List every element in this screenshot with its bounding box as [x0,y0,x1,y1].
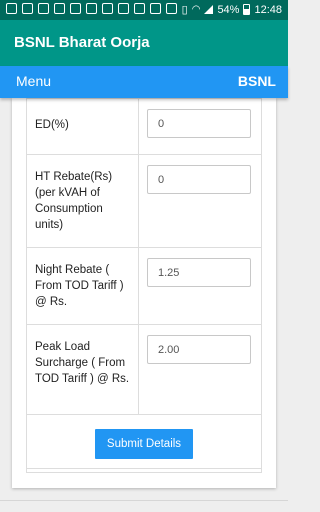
status-bar: ▯ ◠ 54% 12:48 [0,0,288,20]
field-label-ed: ED(%) [26,98,139,155]
mail-icon [70,3,81,14]
message-icon [6,3,17,14]
tariff-form: ED(%) HT Rebate(Rs) (per kVAH of Consump… [26,98,262,473]
image-icon [166,3,177,14]
calendar-icon [118,3,129,14]
form-row-ht-rebate: HT Rebate(Rs) (per kVAH of Consumption u… [26,154,262,248]
gallery-icon [54,3,65,14]
field-label-night-rebate: Night Rebate ( From TOD Tariff ) @ Rs. [26,247,139,325]
menu-button[interactable]: Menu [16,73,51,89]
form-card: ED(%) HT Rebate(Rs) (per kVAH of Consump… [12,98,276,488]
wifi-icon: ◠ [191,4,201,15]
vibrate-icon: ▯ [181,4,188,16]
mail-icon [86,3,97,14]
field-label-peak-load: Peak Load Surcharge ( From TOD Tariff ) … [26,324,139,415]
form-row-submit: Submit Details [26,414,262,473]
battery-percent: 54% [217,3,240,16]
ed-percent-input[interactable] [147,109,251,138]
form-row-ed: ED(%) [26,98,262,155]
signal-icon [204,5,214,14]
usb-icon [150,3,161,14]
night-rebate-input[interactable] [147,258,251,287]
bottom-divider [0,500,288,501]
brand-link[interactable]: BSNL [238,73,276,89]
divider [26,468,262,469]
notification-icons [6,3,177,14]
peak-load-surcharge-input[interactable] [147,335,251,364]
clock: 12:48 [254,3,282,16]
mail-icon [102,3,113,14]
youtube-icon [22,3,33,14]
battery-icon [243,4,251,15]
app-title: BSNL Bharat Oorja [14,34,150,51]
form-row-peak-load: Peak Load Surcharge ( From TOD Tariff ) … [26,324,262,415]
form-row-night-rebate: Night Rebate ( From TOD Tariff ) @ Rs. [26,247,262,325]
photo-icon [134,3,145,14]
mail-icon [38,3,49,14]
app-bar: BSNL Bharat Oorja [0,20,288,66]
submit-details-button[interactable]: Submit Details [94,428,194,459]
field-label-ht-rebate: HT Rebate(Rs) (per kVAH of Consumption u… [26,154,139,248]
ht-rebate-input[interactable] [147,165,251,194]
menu-bar: Menu BSNL [0,66,288,98]
